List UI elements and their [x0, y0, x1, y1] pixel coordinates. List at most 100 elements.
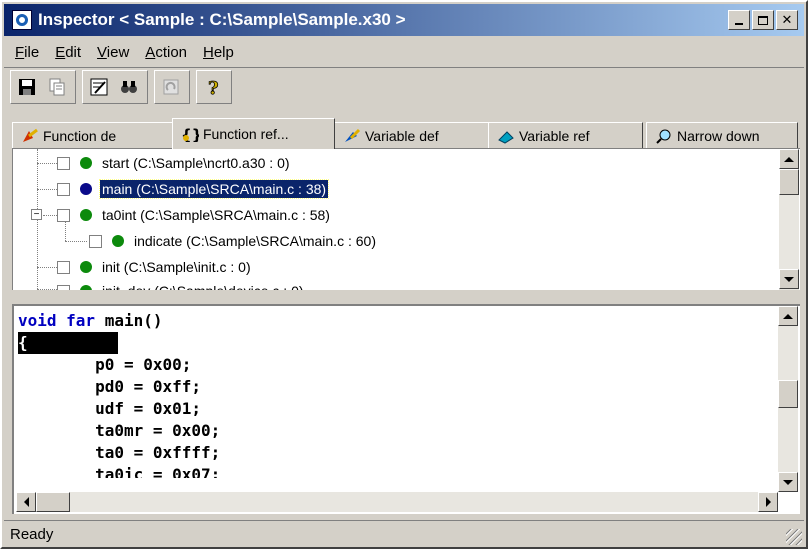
tree-item-checkbox[interactable]	[89, 234, 102, 248]
minimize-icon	[735, 23, 743, 25]
function-dot-icon	[112, 235, 124, 247]
status-bar: Ready	[4, 520, 804, 547]
function-reference-tree[interactable]: − start (C:\Sample\ncrt0.a30 : 0) main (…	[12, 148, 800, 290]
variable-def-icon	[345, 128, 361, 142]
help-button[interactable]: ?	[199, 73, 227, 101]
function-dot-icon	[80, 209, 92, 221]
tree-item[interactable]: init_dev (C:\Sample\device.c : 0)	[57, 280, 306, 290]
scroll-left-button[interactable]	[16, 492, 36, 512]
arrow-down-icon	[784, 276, 794, 282]
tree-connector	[37, 163, 57, 164]
menu-file[interactable]: File	[13, 42, 41, 63]
tab-label: Variable def	[365, 127, 439, 144]
title-bar[interactable]: Inspector < Sample : C:\Sample\Sample.x3…	[4, 4, 804, 36]
arrow-right-icon	[765, 497, 771, 507]
toolbar-group-view	[82, 69, 148, 104]
tree-item[interactable]: init (C:\Sample\init.c : 0)	[57, 256, 253, 278]
code-line: ta0 = 0xffff;	[18, 443, 221, 462]
tree-item-checkbox[interactable]	[57, 182, 70, 196]
tree-item-label: init_dev (C:\Sample\device.c : 0)	[100, 282, 306, 290]
code-brace-highlight: {	[18, 332, 118, 354]
tab-label: Function de	[43, 127, 117, 144]
collapse-toggle[interactable]: −	[31, 209, 42, 220]
scroll-up-button[interactable]	[778, 306, 798, 326]
tree-item[interactable]: ta0int (C:\Sample\SRCA\main.c : 58)	[57, 204, 332, 226]
tab-narrow-down[interactable]: Narrow down	[646, 122, 798, 148]
status-text: Ready	[10, 525, 54, 543]
refresh-button[interactable]	[157, 73, 185, 101]
tab-function-def[interactable]: Function de	[12, 122, 176, 148]
code-line: p0 = 0x00;	[18, 355, 192, 374]
svg-text:?: ?	[208, 78, 219, 97]
close-button[interactable]: ✕	[776, 10, 798, 30]
source-code-view[interactable]: void far main() { p0 = 0x00; pd0 = 0xff;…	[12, 304, 800, 514]
function-ref-icon: {}	[181, 126, 199, 142]
scroll-down-button[interactable]	[778, 472, 798, 492]
code-line: {	[18, 332, 118, 354]
scroll-thumb[interactable]	[778, 380, 798, 408]
scroll-down-button[interactable]	[779, 269, 799, 289]
function-dot-icon	[80, 285, 92, 290]
properties-icon	[90, 78, 108, 95]
maximize-button[interactable]	[752, 10, 774, 30]
scroll-thumb[interactable]	[36, 492, 70, 512]
tree-item-label: ta0int (C:\Sample\SRCA\main.c : 58)	[102, 207, 330, 223]
tree-item-checkbox[interactable]	[57, 208, 70, 222]
tree-connector	[65, 241, 87, 242]
tab-variable-def[interactable]: Variable def	[334, 122, 489, 148]
function-dot-icon	[80, 183, 92, 195]
scroll-right-button[interactable]	[758, 492, 778, 512]
code-horizontal-scrollbar[interactable]	[16, 492, 778, 512]
tree-item[interactable]: start (C:\Sample\ncrt0.a30 : 0)	[57, 152, 292, 174]
save-button[interactable]	[13, 73, 41, 101]
tree-connector	[43, 215, 57, 216]
code-line: ta0mr = 0x00;	[18, 421, 221, 440]
tree-item-checkbox[interactable]	[57, 284, 70, 290]
code-line: void far main()	[18, 310, 163, 332]
tab-function-ref[interactable]: {} Function ref...	[172, 118, 335, 149]
scroll-thumb[interactable]	[779, 169, 799, 195]
resize-grip-icon[interactable]	[786, 529, 802, 545]
menu-help[interactable]: Help	[201, 42, 236, 63]
toolbar-group-help: ?	[196, 69, 232, 104]
tree-item-label: start (C:\Sample\ncrt0.a30 : 0)	[102, 155, 290, 171]
tree-connector	[37, 289, 57, 290]
code-line: udf = 0x01;	[18, 399, 202, 418]
function-def-icon	[23, 128, 38, 142]
copy-button[interactable]	[43, 73, 71, 101]
narrow-down-icon	[656, 129, 671, 144]
close-icon: ✕	[781, 12, 793, 28]
tree-item-checkbox[interactable]	[57, 156, 70, 170]
menu-view[interactable]: View	[95, 42, 131, 63]
toolbar-group-file	[10, 69, 76, 104]
pane-splitter[interactable]	[12, 292, 800, 300]
tree-connector	[37, 267, 57, 268]
arrow-up-icon	[783, 313, 793, 319]
code-vertical-scrollbar[interactable]	[778, 306, 798, 492]
find-button[interactable]	[115, 73, 143, 101]
properties-button[interactable]	[85, 73, 113, 101]
minimize-button[interactable]	[728, 10, 750, 30]
function-dot-icon	[80, 157, 92, 169]
help-icon: ?	[208, 77, 219, 97]
tree-vertical-scrollbar[interactable]	[779, 149, 799, 290]
tab-label: Narrow down	[677, 127, 760, 144]
tree-item-checkbox[interactable]	[57, 260, 70, 274]
tree-item-label: init (C:\Sample\init.c : 0)	[102, 259, 251, 275]
save-icon	[19, 78, 35, 95]
arrow-left-icon	[23, 497, 29, 507]
toolbar-group-refresh	[154, 69, 190, 104]
scroll-up-button[interactable]	[779, 149, 799, 169]
tab-variable-ref[interactable]: Variable ref	[488, 122, 643, 148]
inspector-app-icon	[12, 10, 32, 30]
tree-item[interactable]: indicate (C:\Sample\SRCA\main.c : 60)	[89, 230, 378, 252]
toolbar: ?	[4, 67, 804, 105]
menu-edit[interactable]: Edit	[53, 42, 83, 63]
tab-bar: Function de {} Function ref... Variable …	[12, 118, 800, 149]
tab-label: Function ref...	[203, 126, 289, 142]
variable-ref-icon	[498, 130, 514, 144]
arrow-up-icon	[784, 156, 794, 162]
arrow-down-icon	[783, 479, 793, 485]
tree-item-selected[interactable]: main (C:\Sample\SRCA\main.c : 38)	[57, 178, 330, 200]
menu-action[interactable]: Action	[143, 42, 189, 63]
